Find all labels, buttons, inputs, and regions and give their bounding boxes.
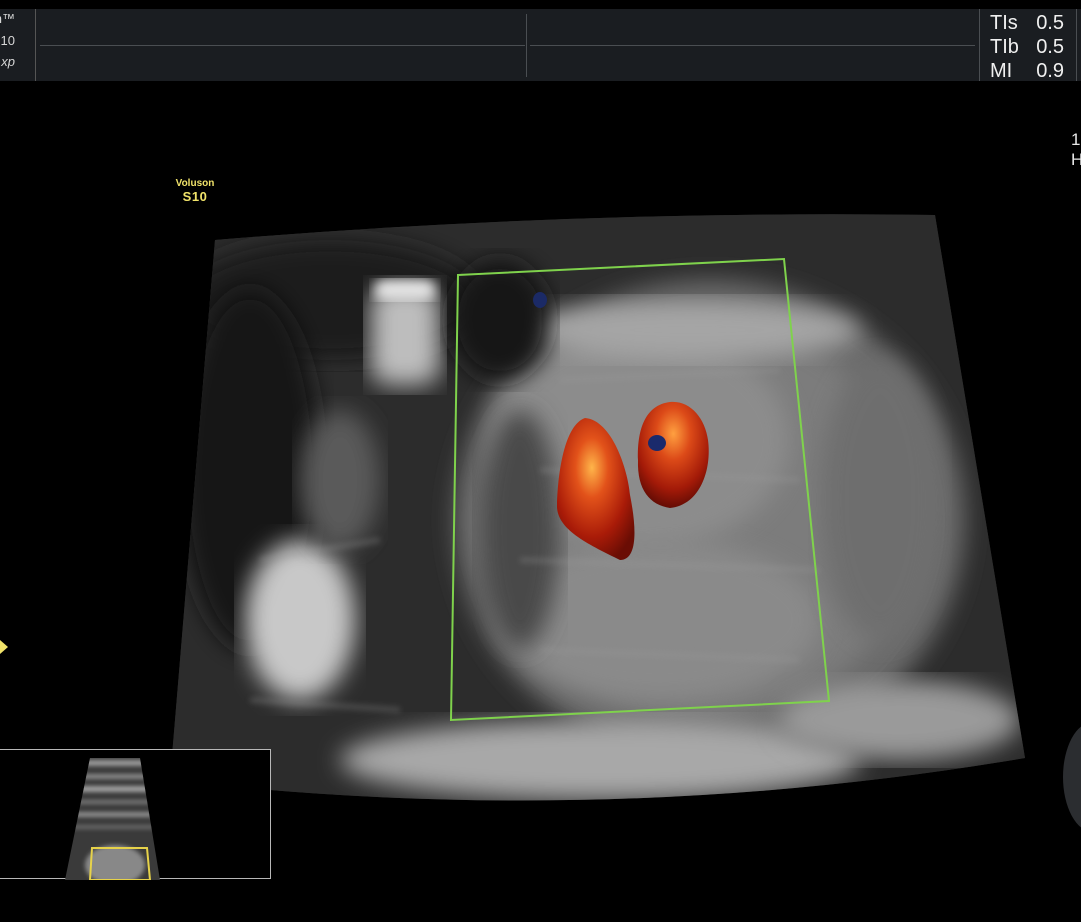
brand-line-3: xp (1, 54, 15, 69)
header-separator (526, 14, 527, 77)
header-divider-left (40, 45, 525, 46)
thumbnail-image (65, 758, 160, 881)
ultrasound-screen: n™ 10 xp TIs 0.5 TIb 0.5 MI 0.9 1 H Volu… (0, 0, 1081, 922)
edge-text-line-1: 1 (1071, 130, 1081, 149)
header-divider-right (530, 45, 975, 46)
tib-value: 0.5 (1036, 36, 1064, 58)
brand-line-1: n™ (0, 11, 15, 26)
device-watermark: Voluson S10 (172, 178, 218, 204)
mi-value: 0.9 (1036, 60, 1064, 82)
edge-text: 1 H (1071, 130, 1081, 170)
reference-thumbnail[interactable] (0, 749, 271, 881)
acoustic-output-panel: TIs 0.5 TIb 0.5 MI 0.9 (979, 9, 1077, 82)
watermark-brand: Voluson (175, 178, 215, 189)
mi-label: MI (990, 60, 1013, 82)
brand-label: n™ 10 xp (0, 9, 36, 81)
tis-label: TIs (990, 12, 1018, 34)
focus-marker-icon[interactable] (0, 640, 8, 654)
tib-label: TIb (990, 36, 1019, 58)
watermark-model: S10 (182, 189, 208, 204)
brand-line-2: 10 (0, 33, 15, 48)
tis-value: 0.5 (1036, 12, 1064, 34)
edge-text-line-2: H (1071, 150, 1081, 169)
